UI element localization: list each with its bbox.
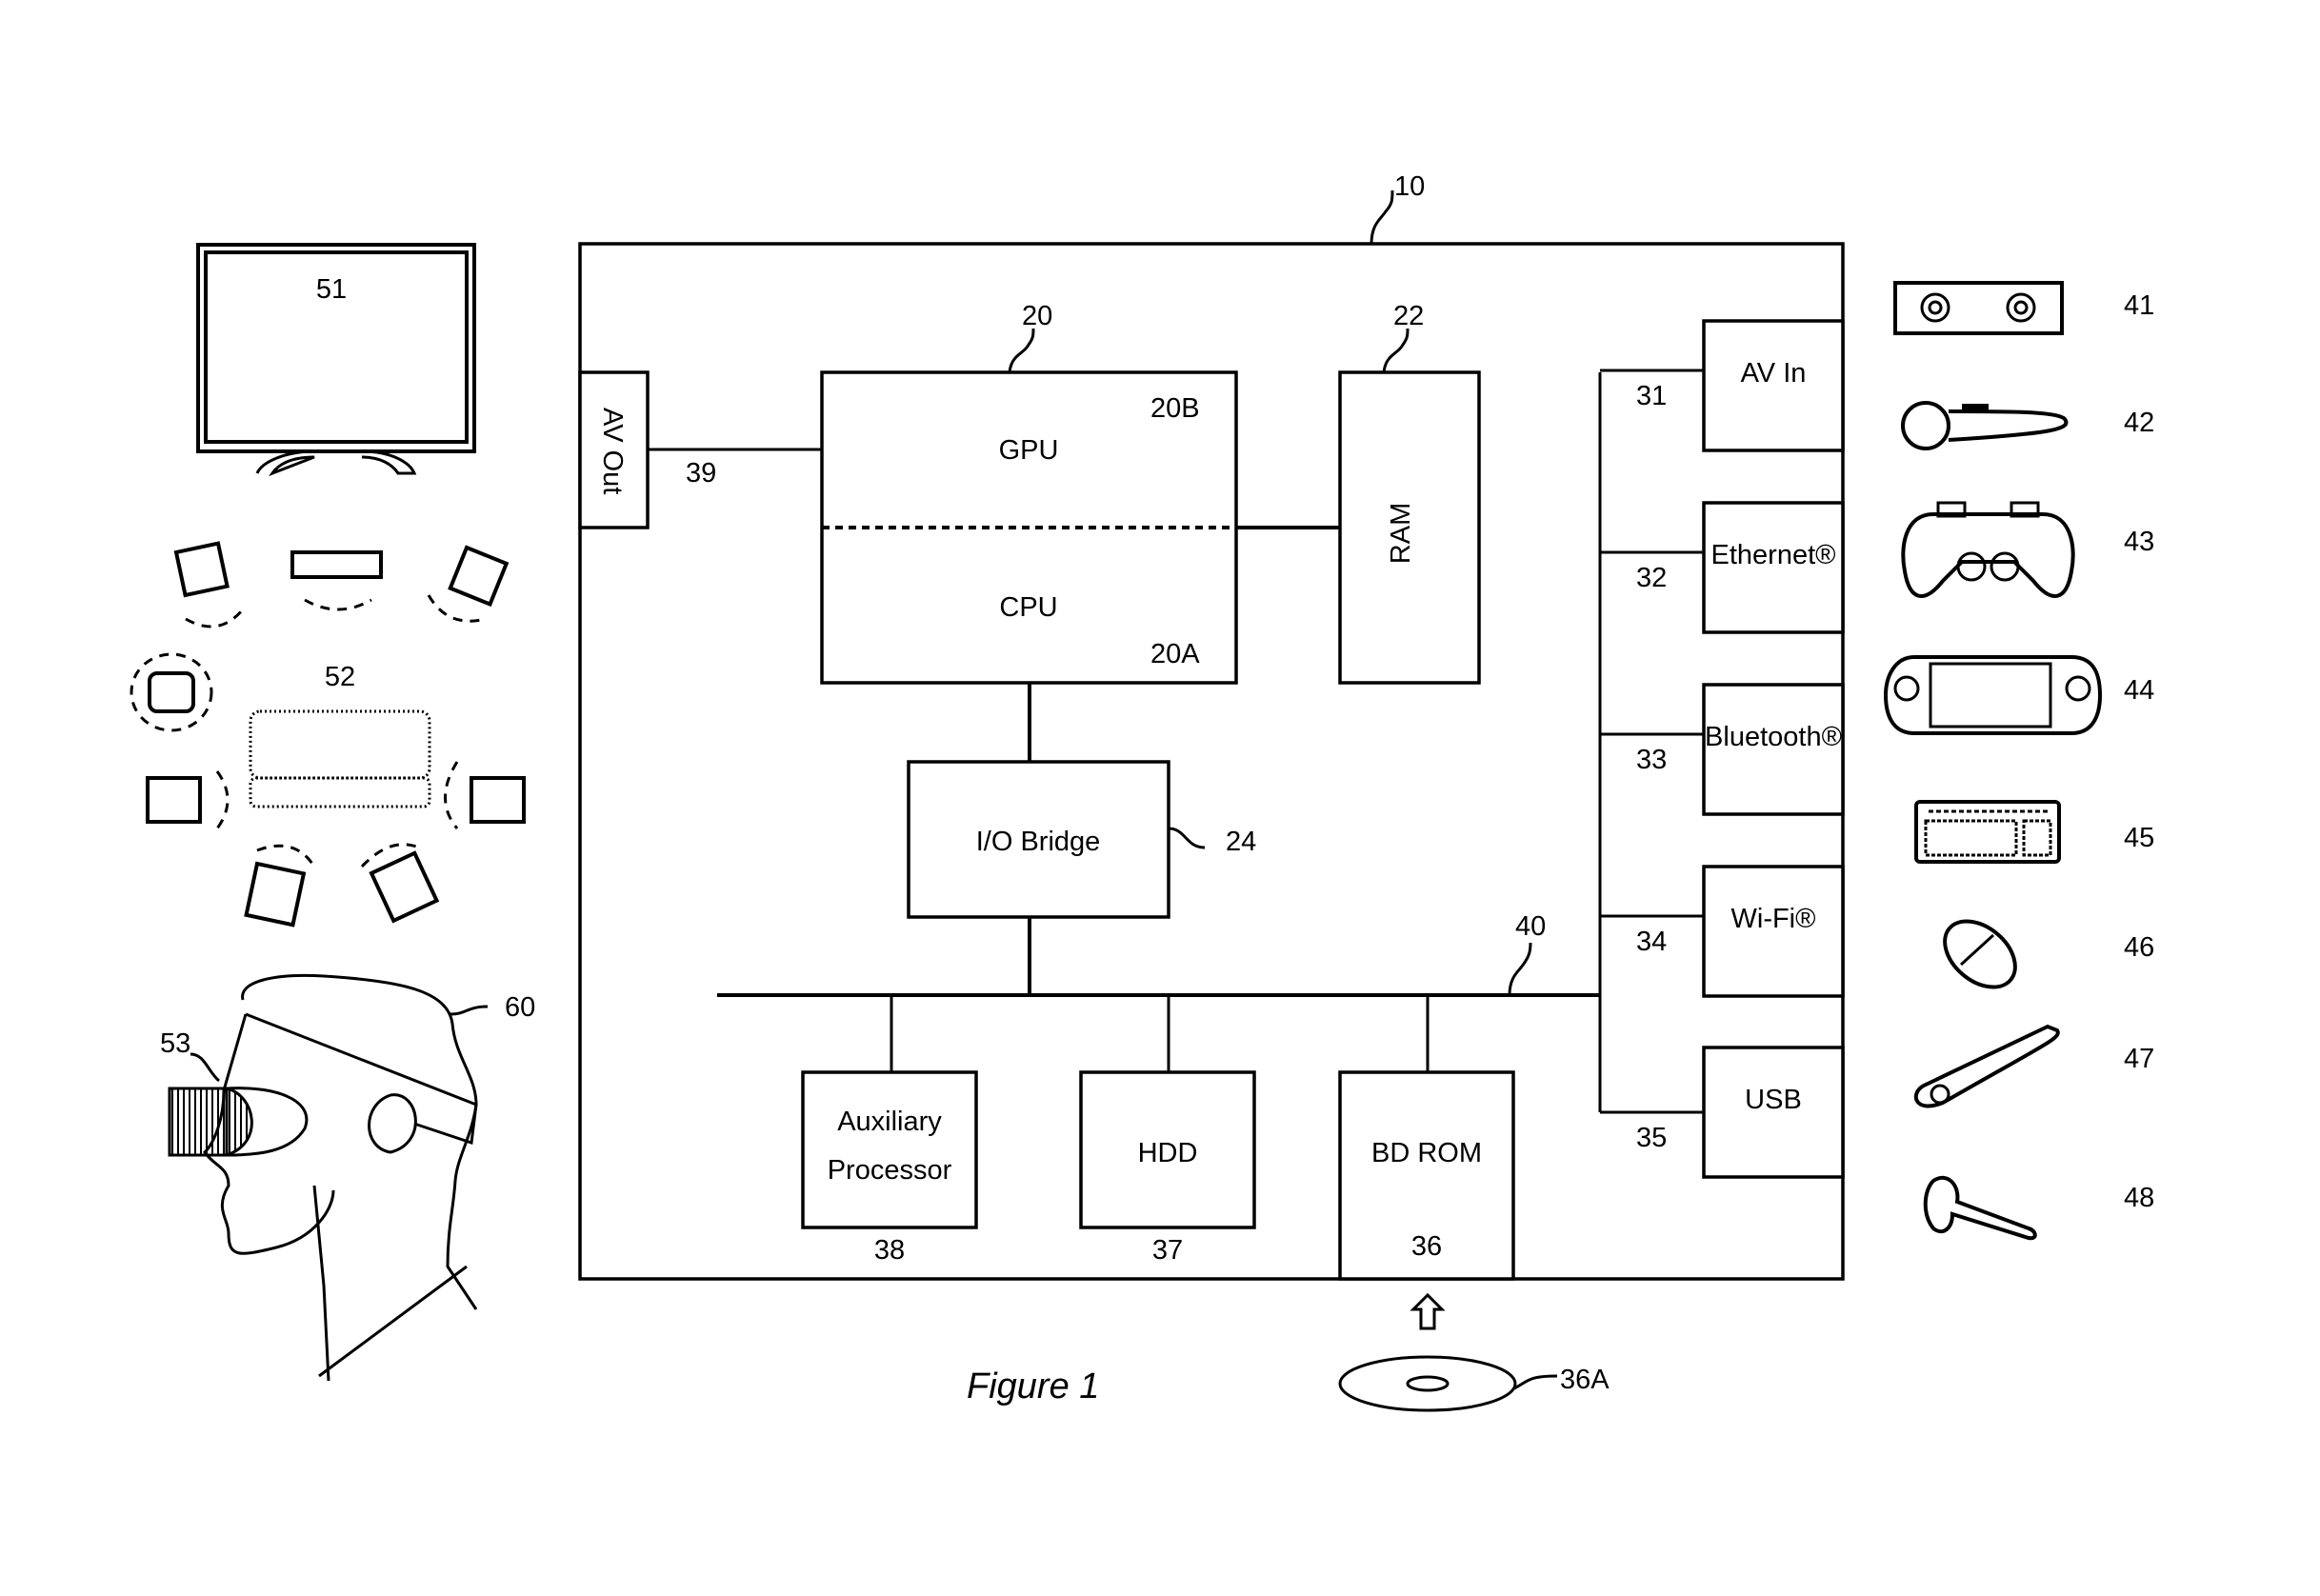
- peripheral-ref-camera: 41: [2124, 290, 2154, 321]
- system-diagram: 10 AV Out 39 GPU 20B CPU 20A 20 RAM 22 I…: [130, 171, 2154, 1412]
- ref-20: 20: [1022, 301, 1052, 331]
- port-label: Bluetooth®: [1705, 722, 1842, 752]
- peripheral-ref-keyboard: 45: [2124, 823, 2154, 853]
- ref-36a: 36A: [1560, 1365, 1610, 1395]
- port-label: Wi-Fi®: [1731, 904, 1816, 934]
- io-bridge-label: I/O Bridge: [976, 827, 1101, 857]
- leader-10: [1370, 190, 1394, 245]
- av-out-label: AV Out: [597, 408, 628, 494]
- ref-39: 39: [686, 458, 716, 489]
- insert-arrow-icon: [1410, 1292, 1446, 1330]
- port-ref: 33: [1636, 745, 1667, 775]
- ref-20b: 20B: [1150, 393, 1200, 424]
- motion-controller-icon: [1901, 401, 2069, 450]
- keyboard-icon: [1914, 800, 2061, 864]
- ref-40: 40: [1515, 911, 1546, 942]
- remote-control-icon: [1913, 1024, 2060, 1108]
- headset-icon: [1923, 1175, 2037, 1241]
- aux-processor-block: [801, 1070, 978, 1229]
- ref-53: 53: [160, 1028, 190, 1059]
- aux-label-1: Auxiliary: [837, 1107, 942, 1137]
- aux-label-2: Processor: [828, 1155, 952, 1186]
- port-ref: 34: [1636, 927, 1667, 957]
- port-ref: 32: [1636, 563, 1667, 593]
- peripheral-ref-mouse: 46: [2124, 932, 2154, 963]
- port-ref: 31: [1636, 381, 1667, 411]
- ref-10: 10: [1394, 171, 1425, 202]
- peripheral-ref-motion-controller: 42: [2124, 408, 2154, 438]
- peripheral-ref-remote-control: 47: [2124, 1044, 2154, 1074]
- ref-24: 24: [1226, 827, 1256, 857]
- port-ref: 35: [1636, 1123, 1667, 1153]
- disc-hole: [1406, 1375, 1450, 1392]
- ref-51: 51: [316, 274, 347, 305]
- ref-22: 22: [1393, 301, 1424, 331]
- user-with-hmd-icon: [168, 973, 478, 1382]
- figure-caption: Figure 1: [967, 1367, 1099, 1406]
- ref-37: 37: [1152, 1235, 1183, 1266]
- port-label: AV In: [1741, 358, 1807, 389]
- bd-rom-label: BD ROM: [1371, 1138, 1482, 1168]
- gpu-label: GPU: [999, 435, 1059, 466]
- portable-console-icon: [1883, 655, 2103, 735]
- leader-53: [190, 1052, 221, 1083]
- mouse-icon: [1943, 919, 2017, 989]
- leader-36a: [1513, 1374, 1558, 1390]
- peripheral-ref-gamepad: 43: [2124, 527, 2154, 557]
- hdd-label: HDD: [1138, 1138, 1198, 1168]
- surround-speakers-icon: [130, 541, 526, 928]
- ref-20a: 20A: [1150, 639, 1200, 669]
- port-label: USB: [1745, 1085, 1802, 1115]
- ram-label: RAM: [1386, 503, 1416, 564]
- leader-60: [450, 1005, 489, 1016]
- cpu-label: CPU: [999, 592, 1057, 623]
- peripheral-ref-portable-console: 44: [2124, 675, 2154, 706]
- ref-38: 38: [874, 1235, 905, 1266]
- port-label: Ethernet®: [1711, 540, 1836, 570]
- peripheral-ref-headset: 48: [2124, 1183, 2154, 1213]
- ref-36: 36: [1411, 1231, 1442, 1262]
- disc-icon: [1338, 1355, 1517, 1412]
- gamepad-icon: [1901, 501, 2075, 598]
- ref-60: 60: [505, 992, 535, 1023]
- camera-icon: [1893, 281, 2064, 335]
- ref-52: 52: [325, 662, 355, 692]
